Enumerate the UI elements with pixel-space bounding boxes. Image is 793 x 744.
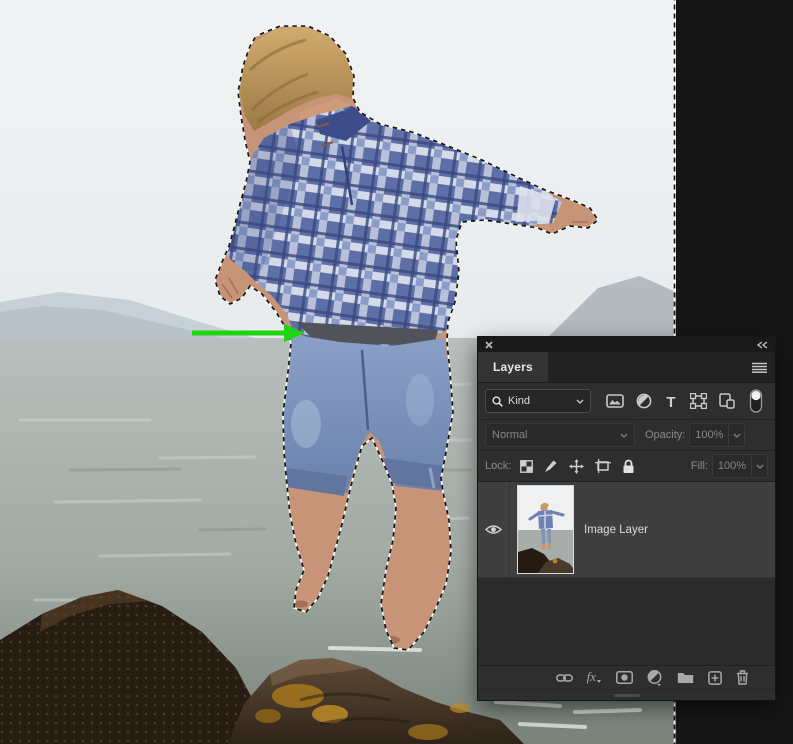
panel-resize-strip[interactable] [478, 689, 775, 700]
delete-layer-icon[interactable] [736, 670, 749, 685]
opacity-input[interactable]: 100% [689, 423, 746, 447]
tab-layers[interactable]: Layers [478, 352, 548, 382]
lock-move-icon[interactable] [569, 458, 585, 474]
layer-thumbnail[interactable] [517, 485, 574, 574]
chevron-down-icon [756, 464, 763, 469]
panel-menu-icon[interactable] [752, 362, 767, 373]
opacity-value: 100% [695, 429, 724, 441]
collapse-panel-icon[interactable] [757, 340, 768, 349]
fill-label: Fill: [690, 460, 708, 472]
lock-paint-icon[interactable] [544, 459, 558, 473]
smart-object-filter-icon[interactable] [719, 393, 735, 409]
kind-filter-label: Kind [508, 395, 531, 407]
lock-transparency-icon[interactable] [520, 459, 534, 473]
kind-filter-dropdown[interactable]: Kind [485, 389, 591, 413]
adjustment-layer-icon[interactable] [647, 669, 663, 686]
close-icon[interactable] [485, 340, 493, 349]
type-layer-filter-icon[interactable]: T [664, 394, 678, 409]
blend-mode-dropdown[interactable]: Normal [485, 423, 635, 447]
svg-text:T: T [666, 394, 675, 409]
resize-grip[interactable] [613, 693, 640, 697]
blend-mode-bar: Normal Opacity: 100% [478, 420, 775, 451]
lock-artboard-icon[interactable] [595, 459, 612, 473]
layer-group-icon[interactable] [677, 671, 694, 684]
chevron-down-icon [733, 433, 741, 438]
layer-effects-icon[interactable]: fx [587, 670, 602, 684]
fill-input[interactable]: 100% [712, 454, 768, 478]
photoshop-workspace: Layers Kind T Normal Opacity: 100% Lock:… [0, 0, 793, 744]
opacity-label: Opacity: [645, 429, 686, 441]
panel-title-bar [478, 337, 775, 352]
adjustment-layer-filter-icon[interactable] [636, 393, 652, 409]
new-layer-icon[interactable] [708, 670, 722, 685]
search-icon [492, 395, 503, 407]
visibility-eye-icon[interactable] [485, 524, 502, 535]
layer-list: Image Layer [478, 482, 775, 665]
layer-mask-icon[interactable] [616, 671, 633, 684]
panel-tab-bar: Layers [478, 352, 775, 383]
layers-panel: Layers Kind T Normal Opacity: 100% Lock:… [478, 337, 775, 700]
lock-all-icon[interactable] [622, 459, 635, 474]
fill-value: 100% [717, 460, 747, 472]
panel-footer-toolbar: fx [478, 665, 775, 689]
shape-layer-filter-icon[interactable] [690, 393, 707, 409]
lock-label: Lock: [485, 460, 512, 472]
pixel-layer-filter-icon[interactable] [606, 394, 624, 408]
layer-row-image-layer[interactable]: Image Layer [478, 482, 775, 578]
chevron-down-icon [620, 433, 628, 438]
link-layers-icon[interactable] [555, 672, 573, 684]
lock-bar: Lock: Fill: 100% [478, 451, 775, 482]
layer-filter-switch[interactable] [749, 388, 763, 414]
chevron-down-icon [576, 399, 584, 404]
layer-filter-bar: Kind T [478, 383, 775, 420]
blend-mode-value: Normal [492, 429, 528, 441]
layer-name[interactable]: Image Layer [574, 482, 648, 577]
